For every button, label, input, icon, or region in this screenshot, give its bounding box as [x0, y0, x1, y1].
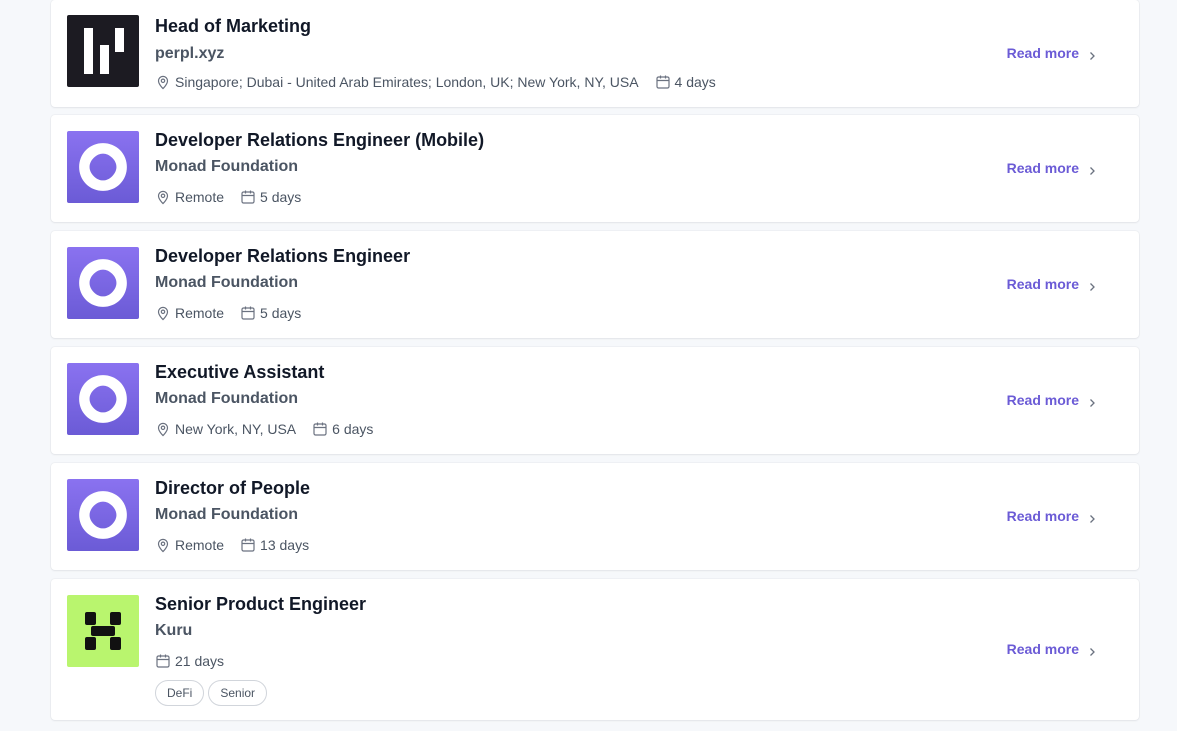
- tag-list: DeFi Senior: [155, 680, 271, 706]
- posted-date: 13 days: [240, 537, 309, 553]
- kuru-logo-icon[interactable]: [67, 595, 139, 667]
- job-meta: Remote 13 days: [155, 535, 309, 555]
- posted-text: 5 days: [260, 305, 302, 321]
- chevron-right-icon: [1087, 279, 1097, 291]
- read-more-label: Read more: [1006, 508, 1079, 524]
- company-name[interactable]: Kuru: [155, 622, 192, 640]
- monad-logo-icon[interactable]: [67, 479, 139, 551]
- posted-date: 5 days: [240, 305, 301, 321]
- posted-text: 4 days: [674, 74, 716, 90]
- perpl-logo-icon[interactable]: [67, 15, 139, 87]
- job-title[interactable]: Director of People: [155, 478, 310, 499]
- read-more-link[interactable]: Read more: [1007, 392, 1097, 408]
- location: Remote: [155, 189, 224, 205]
- location-text: Remote: [175, 537, 225, 553]
- read-more-link[interactable]: Read more: [1007, 508, 1097, 524]
- read-more-link[interactable]: Read more: [1007, 45, 1097, 61]
- chevron-right-icon: [1087, 48, 1097, 60]
- location-text: Remote: [175, 305, 225, 321]
- job-card[interactable]: Senior Product Engineer Kuru 21 days DeF…: [51, 579, 1139, 720]
- job-card[interactable]: Executive Assistant Monad Foundation New…: [51, 347, 1139, 454]
- read-more-link[interactable]: Read more: [1007, 276, 1097, 292]
- monad-logo-icon[interactable]: [67, 247, 139, 319]
- posted-date: 21 days: [155, 653, 224, 669]
- read-more-label: Read more: [1006, 45, 1079, 61]
- calendar-icon: [312, 421, 328, 437]
- location: Singapore; Dubai - United Arab Emirates;…: [155, 74, 639, 90]
- location-text: New York, NY, USA: [175, 421, 297, 437]
- posted-date: 5 days: [240, 189, 301, 205]
- posted-text: 13 days: [260, 537, 310, 553]
- read-more-link[interactable]: Read more: [1007, 160, 1097, 176]
- company-name[interactable]: Monad Foundation: [155, 506, 298, 524]
- company-name[interactable]: perpl.xyz: [155, 45, 224, 63]
- calendar-icon: [155, 653, 171, 669]
- tag[interactable]: DeFi: [155, 680, 205, 706]
- posted-text: 5 days: [260, 189, 302, 205]
- chevron-right-icon: [1087, 395, 1097, 407]
- calendar-icon: [240, 305, 256, 321]
- job-title[interactable]: Senior Product Engineer: [155, 594, 366, 615]
- read-more-label: Read more: [1006, 160, 1079, 176]
- company-name[interactable]: Monad Foundation: [155, 158, 298, 176]
- job-meta: 21 days: [155, 651, 224, 671]
- read-more-link[interactable]: Read more: [1007, 641, 1097, 657]
- map-pin-icon: [155, 305, 171, 321]
- chevron-right-icon: [1087, 644, 1097, 656]
- posted-date: 6 days: [312, 421, 373, 437]
- job-title[interactable]: Executive Assistant: [155, 362, 324, 383]
- tag[interactable]: Senior: [208, 680, 268, 706]
- posted-text: 6 days: [332, 421, 374, 437]
- job-meta: Singapore; Dubai - United Arab Emirates;…: [155, 72, 716, 92]
- job-card[interactable]: Developer Relations Engineer Monad Found…: [51, 231, 1139, 338]
- company-name[interactable]: Monad Foundation: [155, 390, 298, 408]
- location: New York, NY, USA: [155, 421, 296, 437]
- job-meta: Remote 5 days: [155, 303, 301, 323]
- map-pin-icon: [155, 421, 171, 437]
- read-more-label: Read more: [1006, 641, 1079, 657]
- calendar-icon: [240, 537, 256, 553]
- location: Remote: [155, 305, 224, 321]
- monad-logo-icon[interactable]: [67, 131, 139, 203]
- monad-logo-icon[interactable]: [67, 363, 139, 435]
- job-meta: Remote 5 days: [155, 187, 301, 207]
- location-text: Singapore; Dubai - United Arab Emirates;…: [175, 74, 639, 90]
- job-title[interactable]: Head of Marketing: [155, 16, 311, 37]
- calendar-icon: [240, 189, 256, 205]
- chevron-right-icon: [1087, 163, 1097, 175]
- read-more-label: Read more: [1006, 276, 1079, 292]
- location-text: Remote: [175, 189, 225, 205]
- map-pin-icon: [155, 537, 171, 553]
- posted-text: 21 days: [175, 653, 225, 669]
- read-more-label: Read more: [1006, 392, 1079, 408]
- job-title[interactable]: Developer Relations Engineer: [155, 246, 410, 267]
- calendar-icon: [655, 74, 671, 90]
- posted-date: 4 days: [655, 74, 716, 90]
- company-name[interactable]: Monad Foundation: [155, 274, 298, 292]
- location: Remote: [155, 537, 224, 553]
- job-card[interactable]: Developer Relations Engineer (Mobile) Mo…: [51, 115, 1139, 222]
- job-card[interactable]: Director of People Monad Foundation Remo…: [51, 463, 1139, 570]
- chevron-right-icon: [1087, 511, 1097, 523]
- map-pin-icon: [155, 74, 171, 90]
- map-pin-icon: [155, 189, 171, 205]
- job-card[interactable]: Head of Marketing perpl.xyz Singapore; D…: [51, 0, 1139, 107]
- job-title[interactable]: Developer Relations Engineer (Mobile): [155, 130, 484, 151]
- job-meta: New York, NY, USA 6 days: [155, 419, 373, 439]
